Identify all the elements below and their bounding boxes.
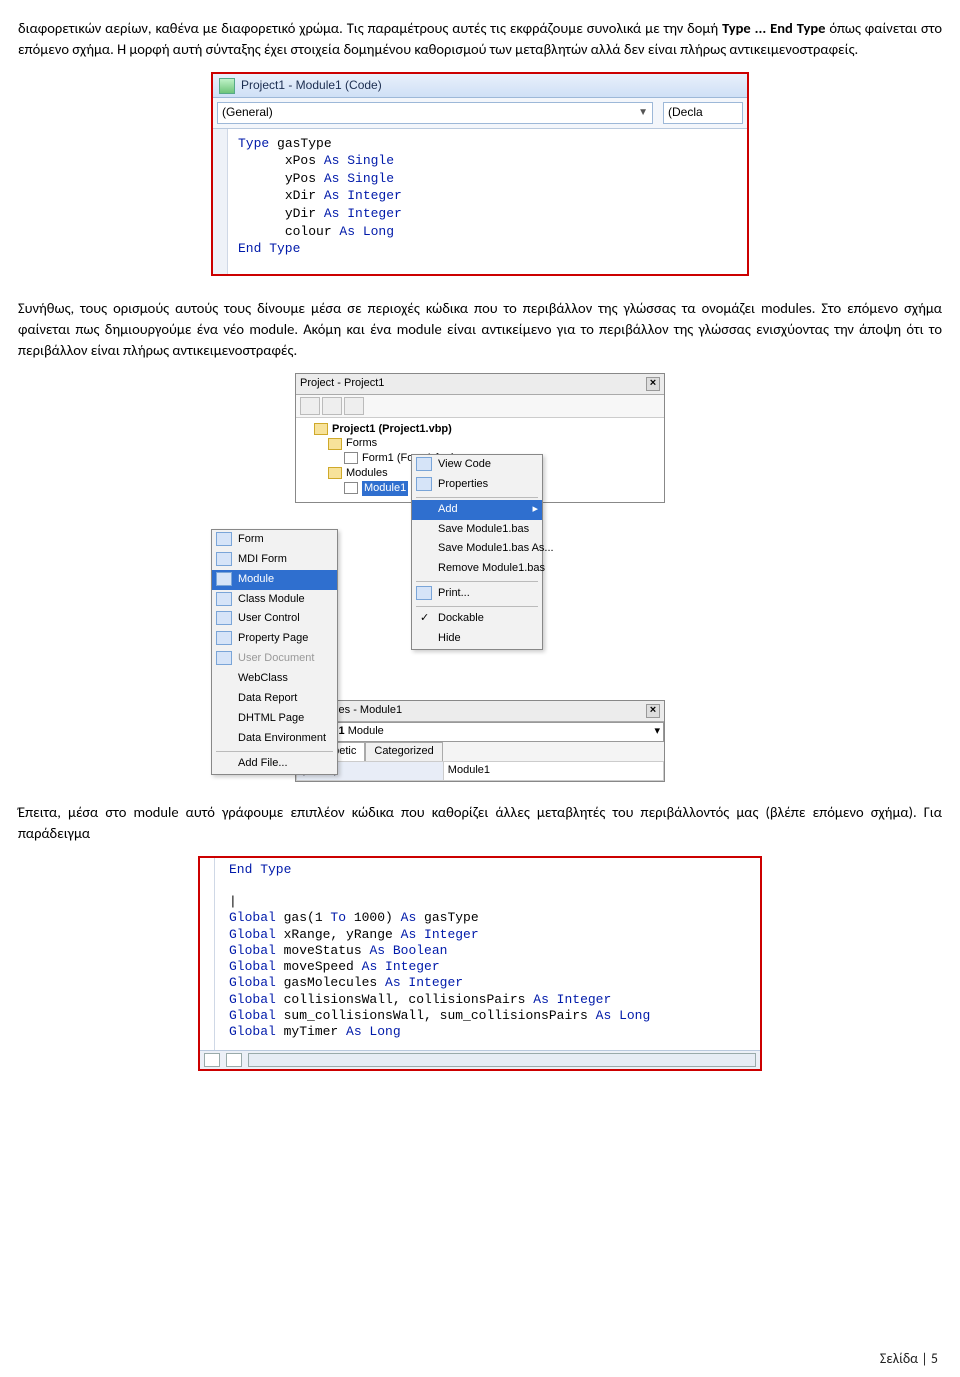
close-icon[interactable]: × (646, 377, 660, 391)
folder-icon (328, 438, 342, 450)
horizontal-scrollbar[interactable] (248, 1053, 756, 1067)
menu-save-module-as[interactable]: Save Module1.bas As... (412, 539, 542, 559)
user-document-icon (216, 651, 232, 665)
module-icon (344, 482, 358, 494)
page-footer: Σελίδα | 5 (880, 1349, 938, 1369)
check-icon: ✓ (420, 611, 429, 627)
close-icon[interactable]: × (646, 704, 660, 718)
properties-object-combo[interactable]: Module1 Module1 ModuleModule ▾ (296, 722, 664, 742)
properties-panel: Properties - Module1 × Module1 Module1 M… (295, 700, 665, 782)
project-panel-title: Project - Project1 (300, 376, 384, 392)
chevron-down-icon: ▼ (638, 106, 648, 121)
toggle-folders-button[interactable] (344, 397, 364, 415)
prop-name-value[interactable]: Module1 (443, 761, 663, 780)
project-toolbar (296, 395, 664, 418)
paragraph-1: διαφορετικών αερίων, καθένα με διαφορετι… (18, 18, 942, 60)
property-page-icon (216, 631, 232, 645)
menu-add-user-control[interactable]: User Control (212, 609, 337, 629)
menu-add-class-module[interactable]: Class Module (212, 590, 337, 610)
paragraph-2: Συνήθως, τους ορισμούς αυτούς τους δίνου… (18, 298, 942, 361)
object-dropdown-value: (General) (222, 104, 273, 121)
chevron-down-icon: ▾ (654, 724, 660, 740)
vb-title-bar: Project1 - Module1 (Code) (213, 74, 747, 98)
menu-print[interactable]: Print... (412, 584, 542, 604)
mdi-form-icon (216, 552, 232, 566)
view-code-icon (416, 457, 432, 471)
menu-add-file[interactable]: Add File... (212, 754, 337, 774)
class-module-icon (216, 592, 232, 606)
view-object-button[interactable] (322, 397, 342, 415)
p1-a: διαφορετικών αερίων, καθένα με διαφορετι… (18, 19, 722, 37)
form-icon (219, 78, 235, 94)
code-area[interactable]: Type gasType xPos As Single yPos As Sing… (228, 129, 412, 274)
menu-add-mdi-form[interactable]: MDI Form (212, 550, 337, 570)
chevron-right-icon: ▸ (532, 502, 538, 518)
add-submenu[interactable]: Form MDI Form Module Class Module User C… (211, 529, 338, 775)
vb-code-window: Project1 - Module1 (Code) (General) ▼ (D… (211, 72, 749, 276)
menu-add-module[interactable]: Module (212, 570, 337, 590)
print-icon (416, 586, 432, 600)
menu-remove-module[interactable]: Remove Module1.bas (412, 559, 542, 579)
tab-categorized[interactable]: Categorized (365, 742, 442, 761)
user-control-icon (216, 611, 232, 625)
object-dropdown[interactable]: (General) ▼ (217, 102, 653, 123)
menu-view-code[interactable]: View Code (412, 455, 542, 475)
tree-root: Project1 (Project1.vbp) (332, 423, 452, 435)
vb-title: Project1 - Module1 (Code) (241, 77, 382, 94)
menu-properties[interactable]: Properties (412, 475, 542, 495)
paragraph-3: Έπειτα, μέσα στο module αυτό γράφουμε επ… (18, 802, 942, 844)
view-code-button[interactable] (300, 397, 320, 415)
folder-icon (328, 467, 342, 479)
tree-forms: Forms (346, 437, 377, 449)
menu-add[interactable]: Add▸ (412, 500, 542, 520)
menu-add-dhtml-page[interactable]: DHTML Page (212, 709, 337, 729)
globals-code-window: End Type | Global gas(1 To 1000) As gasT… (198, 856, 762, 1072)
menu-add-webclass[interactable]: WebClass (212, 669, 337, 689)
project-figure: Project - Project1 × Project1 (Project1.… (295, 373, 665, 784)
menu-add-data-report[interactable]: Data Report (212, 689, 337, 709)
context-menu[interactable]: View Code Properties Add▸ Save Module1.b… (411, 454, 543, 650)
menu-dockable[interactable]: ✓Dockable (412, 609, 542, 629)
project-panel: Project - Project1 × Project1 (Project1.… (295, 373, 665, 503)
proc-dropdown[interactable]: (Decla (663, 102, 743, 123)
menu-add-data-environment[interactable]: Data Environment (212, 729, 337, 749)
full-module-view-button[interactable] (204, 1053, 220, 1067)
menu-hide[interactable]: Hide (412, 629, 542, 649)
form-icon (344, 452, 358, 464)
menu-add-user-document: User Document (212, 649, 337, 669)
properties-grid[interactable]: (Name) Module1 (296, 761, 664, 781)
tree-modules: Modules (346, 467, 388, 479)
menu-add-form[interactable]: Form (212, 530, 337, 550)
menu-add-property-page[interactable]: Property Page (212, 629, 337, 649)
procedure-view-button[interactable] (226, 1053, 242, 1067)
properties-icon (416, 477, 432, 491)
proc-dropdown-value: (Decla (668, 104, 703, 121)
menu-save-module[interactable]: Save Module1.bas (412, 520, 542, 540)
tree-module1[interactable]: Module1 (362, 481, 408, 496)
project-icon (314, 423, 328, 435)
code-gutter (213, 129, 228, 274)
form-icon (216, 532, 232, 546)
p1-bold: Type ... End Type (722, 19, 825, 37)
module-icon (216, 572, 232, 586)
globals-code[interactable]: End Type | Global gas(1 To 1000) As gasT… (214, 858, 760, 1051)
